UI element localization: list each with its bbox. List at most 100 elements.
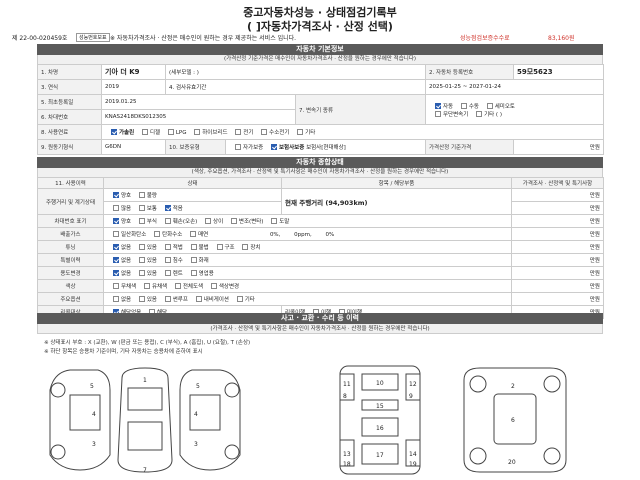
outer-body-diagram: 5 4 3 1 7 5 4 3 [49, 367, 241, 474]
checkbox-vin-good[interactable] [113, 218, 119, 224]
checkbox-mileage-normal[interactable] [138, 205, 145, 211]
diagram-label-12: 12 [409, 381, 417, 388]
status-code-note: ※ 상태표시 부호 : X (교환), W (판금 또는 용접), C (부식)… [44, 340, 251, 346]
checkbox-options-other[interactable] [236, 296, 243, 302]
checkbox-options-none[interactable] [113, 296, 119, 302]
checkbox-color-change[interactable] [210, 283, 217, 289]
checkbox-full-paint[interactable] [174, 283, 181, 289]
fee-value: 83,160원 [548, 35, 575, 42]
checkbox-insurance-warranty[interactable] [271, 144, 277, 150]
checkbox-semi-auto[interactable] [486, 102, 493, 109]
diagram-label-8: 8 [343, 393, 347, 400]
checkbox-co[interactable] [113, 231, 119, 237]
checkbox-vin-altered[interactable] [230, 218, 237, 224]
diagram-label-outer-7: 7 [143, 467, 147, 474]
vehicle-type-note: ※ 하단 항목은 승용차 기준이며, 기타 자동차는 승용차에 준하여 표시 [44, 349, 203, 355]
checkbox-smoke[interactable] [190, 231, 197, 237]
value-car-name: 기아 더 K9 [101, 64, 166, 80]
checkbox-achromatic[interactable] [113, 283, 119, 289]
checkbox-vin-painted[interactable] [271, 218, 278, 224]
label-mileage: 주행거리 및 계기상태 [37, 188, 104, 215]
checkbox-tuning-structure[interactable] [216, 244, 223, 250]
label-color: 색상 [37, 279, 104, 293]
checkbox-manual[interactable] [460, 102, 467, 109]
checkbox-mileage-good[interactable] [113, 192, 119, 198]
checkbox-special-none[interactable] [113, 257, 119, 263]
checkbox-lpg[interactable] [167, 129, 174, 135]
label-special-history: 특별이력 [37, 253, 104, 267]
col-price: 가격조사 · 산정액 및 특기사항 [511, 177, 604, 189]
checkbox-mileage-bad[interactable] [138, 192, 145, 198]
checkbox-sunroof[interactable] [164, 296, 171, 302]
checkbox-commercial[interactable] [190, 270, 197, 276]
checkbox-usage-yes[interactable] [138, 270, 145, 276]
label-car-name: 1. 차명 [37, 64, 102, 80]
checkbox-navigation[interactable] [195, 296, 202, 302]
checkbox-hybrid[interactable] [194, 129, 201, 135]
label-main-options: 주요옵션 [37, 292, 104, 306]
price-usage: 만원 [511, 266, 604, 280]
checkbox-tuning-none[interactable] [113, 244, 119, 250]
checkbox-mileage-high[interactable] [113, 205, 119, 211]
label-base-price: 가격산정 기준가격 [425, 139, 514, 155]
checkbox-vin-damage[interactable] [164, 218, 171, 224]
checkbox-diesel[interactable] [141, 129, 148, 135]
checkbox-chromatic[interactable] [143, 283, 150, 289]
state-table: 11. 사용이력 상태 항목 / 해당부품 가격조사 · 산정액 및 특기사항 … [37, 177, 604, 319]
emission-options: 일산화탄소 탄화수소 매연 0%, 0ppm, 0% [103, 227, 512, 241]
checkbox-tuning-legal[interactable] [164, 244, 171, 250]
diagram-label-11: 11 [343, 381, 351, 388]
checkbox-hc[interactable] [154, 231, 161, 237]
label-inspection: 4. 검사유효기간 [165, 79, 426, 95]
label-warranty: 10. 보증유형 [165, 139, 226, 155]
label-vin: 6. 차대번호 [37, 109, 102, 125]
checkbox-rental[interactable] [164, 270, 171, 276]
underbody-diagram: 2 6 20 [463, 367, 567, 473]
checkbox-self-warranty[interactable] [235, 144, 241, 150]
diagram-label-16: 16 [376, 425, 384, 432]
state-subheading: (색상, 주요옵션, 가격조사 · 산정액 및 특기사항은 매수인이 자동차가격… [37, 168, 603, 177]
checkbox-flood[interactable] [164, 257, 171, 263]
price-mileage-2: 만원 [511, 201, 604, 215]
label-year: 3. 연식 [37, 79, 102, 95]
price-mileage-1: 만원 [511, 188, 604, 202]
checkbox-other-fuel[interactable] [297, 129, 304, 135]
checkbox-tuning-illegal[interactable] [190, 244, 197, 250]
checkbox-fire[interactable] [190, 257, 197, 263]
document-subtitle: ( ]자동차가격조사 · 산정 선택) [247, 20, 393, 33]
checkbox-cvt[interactable] [435, 110, 441, 117]
value-mileage: 현재 주행거리 (94,903km) [281, 188, 512, 215]
checkbox-electric[interactable] [235, 129, 242, 135]
label-fuel: 8. 사용연료 [37, 124, 102, 140]
checkbox-tuning-yes[interactable] [138, 244, 145, 250]
value-year: 2019 [101, 79, 166, 95]
checkbox-other-trans[interactable] [476, 110, 483, 117]
value-base-price: 만원 [513, 139, 604, 155]
checkbox-options-yes[interactable] [138, 296, 145, 302]
checkbox-vin-mismatch[interactable] [205, 218, 212, 224]
checkbox-vin-corrosion[interactable] [138, 218, 145, 224]
diagram-label-outer-3: 3 [92, 441, 96, 448]
checkbox-tuning-device[interactable] [242, 244, 249, 250]
special-history-options: 없음 있음 침수 화재 [103, 253, 512, 267]
checkbox-gasoline[interactable] [111, 129, 117, 135]
frame-diagram: 11 12 8 9 10 15 16 17 13 14 18 19 [339, 365, 421, 475]
state-heading: 자동차 종합상태 [37, 157, 603, 168]
checkbox-special-yes[interactable] [138, 257, 145, 263]
checkbox-hydrogen[interactable] [261, 129, 268, 135]
checkbox-usage-none[interactable] [113, 270, 119, 276]
checkbox-mileage-low[interactable] [164, 205, 171, 211]
vin-marking-options: 양호 부식 훼손(오손) 상이 변조(변타) 도말 [103, 214, 512, 228]
label-vin-marking: 차대번호 표기 [37, 214, 104, 228]
diagram-label-18: 18 [343, 461, 351, 468]
price-tuning: 만원 [511, 240, 604, 254]
value-inspection: 2025-01-25 ~ 2027-01-24 [425, 79, 604, 95]
diagram-label-right-6: 6 [511, 417, 515, 424]
main-options: 없음 있음 썬루프 내비게이션 기타 [103, 292, 512, 306]
basic-info-table: 1. 차명 기아 더 K9 (세부모델 : ) 2. 자동차 등록번호 59모5… [37, 64, 604, 155]
checkbox-auto[interactable] [435, 102, 441, 109]
diagram-label-19: 19 [409, 461, 417, 468]
mileage-state-options: 양호 불량 [103, 188, 282, 202]
diagram-label-14: 14 [409, 451, 417, 458]
accident-heading: 사고 · 교환 · 수리 등 이력 [37, 313, 603, 324]
